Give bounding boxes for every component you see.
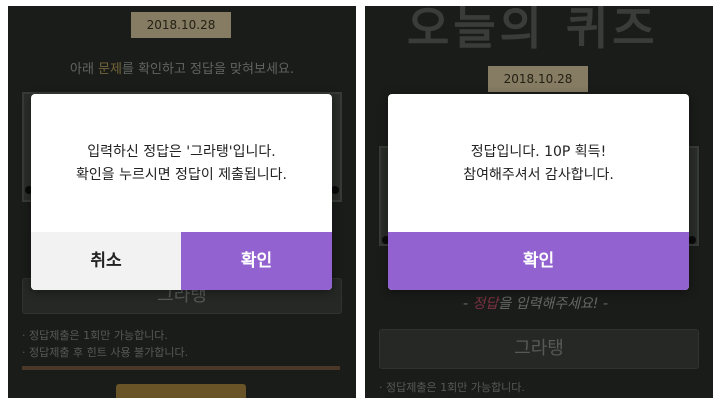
cancel-button[interactable]: 취소 bbox=[31, 232, 181, 290]
result-dialog: 정답입니다. 10P 획득! 참여해주셔서 감사합니다. 확인 bbox=[388, 94, 689, 290]
right-quiz-screen: 오늘의 퀴즈 2018.10.28 - 정답을 입력해주세요! - 그라탱 · … bbox=[365, 6, 713, 398]
confirm-button[interactable]: 확인 bbox=[388, 232, 689, 290]
left-quiz-screen: 2018.10.28 아래 문제를 확인하고 정답을 맞혀보세요. 그라탱 · … bbox=[8, 6, 356, 398]
confirm-dialog: 입력하신 정답은 '그라탱'입니다. 확인을 누르시면 정답이 제출됩니다. 취… bbox=[31, 94, 332, 290]
dialog-message-line-1: 입력하신 정답은 '그라탱'입니다. bbox=[87, 144, 276, 160]
dialog-message-line-1: 정답입니다. 10P 획득! bbox=[470, 144, 607, 160]
dialog-message-line-2: 참여해주셔서 감사합니다. bbox=[463, 167, 614, 183]
confirm-button[interactable]: 확인 bbox=[181, 232, 332, 290]
dialog-message-line-2: 확인을 누르시면 정답이 제출됩니다. bbox=[76, 167, 287, 183]
